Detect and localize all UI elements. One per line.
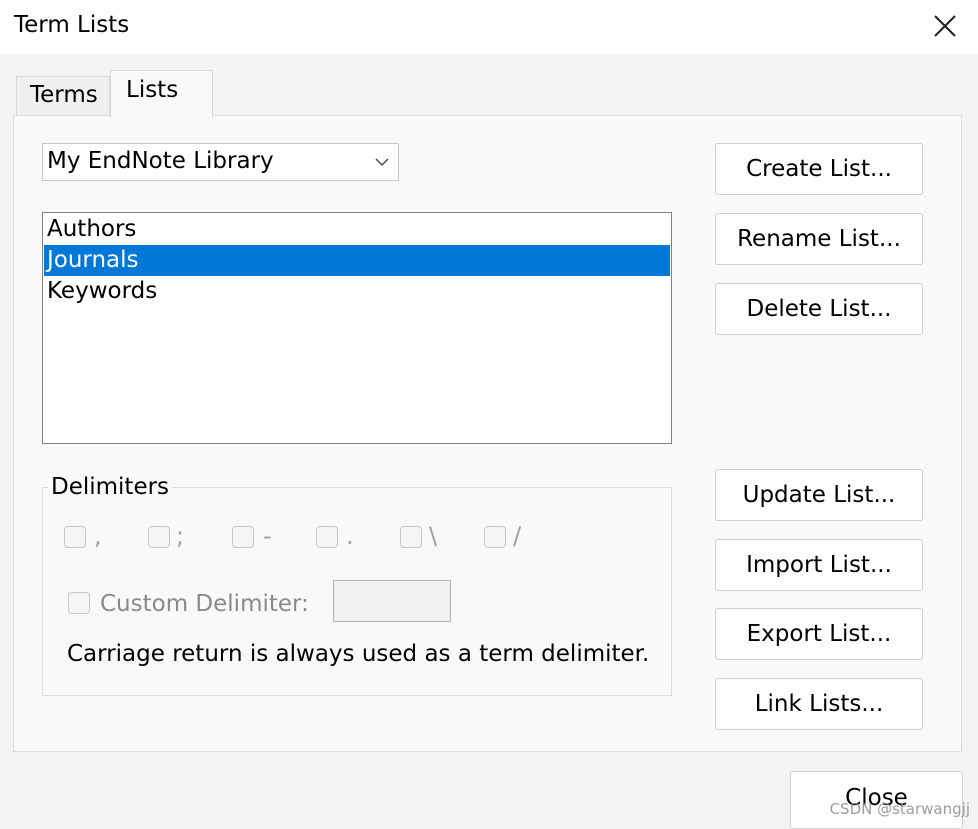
export-list-button[interactable]: Export List... xyxy=(715,608,923,660)
delimiter-backslash-checkbox[interactable] xyxy=(400,526,422,548)
tab-lists[interactable]: Lists xyxy=(110,70,213,118)
watermark: CSDN @starwangjj xyxy=(829,800,970,818)
link-lists-button[interactable]: Link Lists... xyxy=(715,678,923,730)
title-bar: Term Lists xyxy=(0,0,978,54)
custom-delimiter-input[interactable] xyxy=(333,580,451,622)
chevron-down-icon xyxy=(375,158,389,166)
tab-terms[interactable]: Terms xyxy=(16,76,110,116)
delimiter-slash-label: / xyxy=(513,522,522,550)
delimiters-label: Delimiters xyxy=(48,474,173,500)
delimiter-hyphen-checkbox[interactable] xyxy=(232,526,254,548)
delimiter-period-checkbox[interactable] xyxy=(316,526,338,548)
import-list-button[interactable]: Import List... xyxy=(715,539,923,591)
custom-delimiter-checkbox[interactable] xyxy=(68,592,90,614)
list-item-journals[interactable]: Journals xyxy=(44,245,670,276)
custom-delimiter-label: Custom Delimiter: xyxy=(100,591,309,617)
delete-list-button[interactable]: Delete List... xyxy=(715,283,923,335)
delimiter-semicolon-label: ; xyxy=(176,522,185,550)
delimiter-comma-label: , xyxy=(94,522,102,550)
update-list-button[interactable]: Update List... xyxy=(715,469,923,521)
delimiter-period-label: . xyxy=(346,522,354,550)
library-select[interactable]: My EndNote Library xyxy=(42,143,399,181)
delimiter-slash-checkbox[interactable] xyxy=(484,526,506,548)
list-item-keywords[interactable]: Keywords xyxy=(44,276,670,307)
term-lists-listbox[interactable]: Authors Journals Keywords xyxy=(42,212,672,444)
carriage-return-note: Carriage return is always used as a term… xyxy=(67,641,650,667)
create-list-button[interactable]: Create List... xyxy=(715,143,923,195)
window-title: Term Lists xyxy=(14,12,130,38)
delimiter-backslash-label: \ xyxy=(429,522,438,550)
list-item-authors[interactable]: Authors xyxy=(44,214,670,245)
delimiter-comma-checkbox[interactable] xyxy=(64,526,86,548)
rename-list-button[interactable]: Rename List... xyxy=(715,213,923,265)
library-select-value: My EndNote Library xyxy=(47,148,274,174)
delimiter-semicolon-checkbox[interactable] xyxy=(148,526,170,548)
close-window-icon[interactable] xyxy=(932,10,958,40)
delimiter-hyphen-label: - xyxy=(263,522,272,550)
